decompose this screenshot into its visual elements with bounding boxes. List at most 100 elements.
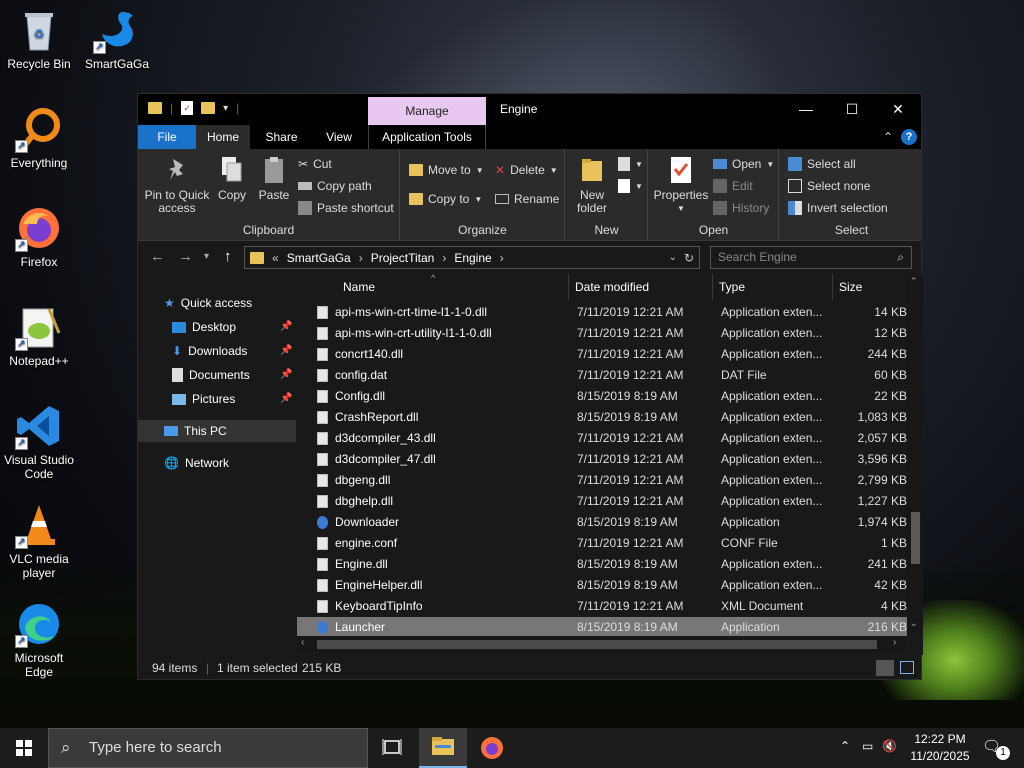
breadcrumb-engine[interactable]: Engine	[454, 251, 491, 265]
file-row[interactable]: api-ms-win-crt-utility-l1-1-0.dll 7/11/20…	[297, 323, 907, 344]
help-icon[interactable]: ?	[901, 129, 917, 145]
large-icons-view-icon[interactable]	[900, 661, 914, 674]
file-row[interactable]: d3dcompiler_47.dll 7/11/2019 12:21 AM Appl…	[297, 449, 907, 470]
pin-to-quick-access-button[interactable]: Pin to Quick access	[144, 155, 210, 215]
invert-selection-button[interactable]: Invert selection	[788, 201, 888, 215]
file-row[interactable]: Launcher 8/15/2019 8:19 AM Application 216 …	[297, 617, 907, 638]
pin-icon[interactable]: 📌	[280, 369, 292, 380]
desktop-icon-vlc[interactable]: ↗ VLC media player	[0, 501, 78, 580]
history-button[interactable]: History	[713, 201, 769, 215]
tab-share[interactable]: Share	[250, 125, 313, 149]
desktop-icon-firefox[interactable]: ↗ Firefox	[0, 204, 78, 269]
scroll-left-icon[interactable]: ‹	[301, 637, 304, 648]
file-row[interactable]: KeyboardTipInfo 7/11/2019 12:21 AM XML Doc…	[297, 596, 907, 617]
refresh-icon[interactable]: ↻	[684, 251, 694, 265]
back-arrow-icon[interactable]: ←	[150, 248, 165, 265]
tab-file[interactable]: File	[138, 125, 196, 149]
horizontal-scrollbar[interactable]: ‹ ›	[297, 636, 907, 652]
minimize-icon[interactable]: —	[783, 94, 829, 125]
properties-button[interactable]: Properties ▼	[653, 155, 709, 215]
scroll-down-icon[interactable]: ⌄	[910, 618, 918, 629]
collapse-ribbon-icon[interactable]: ⌃	[883, 130, 893, 144]
file-row[interactable]: api-ms-win-crt-time-l1-1-0.dll 7/11/2019 …	[297, 302, 907, 323]
desktop-icon-edge[interactable]: ↗ Microsoft Edge	[0, 600, 78, 679]
breadcrumb-projecttitan[interactable]: ProjectTitan	[371, 251, 435, 265]
column-date-modified[interactable]: Date modified	[569, 274, 713, 300]
start-button[interactable]	[0, 728, 48, 768]
column-type[interactable]: Type	[713, 274, 833, 300]
close-icon[interactable]: ✕	[875, 94, 921, 125]
open-button[interactable]: Open ▼	[713, 157, 774, 171]
notifications-button[interactable]: 🗨 1	[982, 728, 1012, 768]
nav-downloads[interactable]: ⬇ Downloads	[172, 340, 247, 362]
address-bar[interactable]: « SmartGaGa › ProjectTitan › Engine › ⌄ …	[244, 246, 700, 269]
select-all-button[interactable]: Select all	[788, 157, 856, 171]
file-row[interactable]: dbghelp.dll 7/11/2019 12:21 AM Application…	[297, 491, 907, 512]
forward-arrow-icon[interactable]: →	[178, 248, 193, 265]
copy-button[interactable]: Copy	[214, 155, 250, 202]
breadcrumb-separator-icon[interactable]: ›	[500, 251, 504, 265]
column-size[interactable]: Size	[833, 274, 907, 300]
recent-locations-icon[interactable]: ▾	[204, 251, 209, 262]
desktop-icon-everything[interactable]: ↗ Everything	[0, 105, 78, 170]
desktop-icon-recycle-bin[interactable]: ♻ Recycle Bin	[0, 6, 78, 71]
desktop-icon-smartgaga[interactable]: ↗ SmartGaGa	[78, 6, 156, 71]
tab-manage[interactable]: Manage	[368, 97, 486, 126]
nav-desktop[interactable]: Desktop	[172, 316, 236, 338]
nav-this-pc[interactable]: This PC	[164, 420, 227, 442]
tab-view[interactable]: View	[313, 125, 365, 149]
scroll-up-icon[interactable]: ⌃	[910, 276, 918, 287]
taskbar-file-explorer[interactable]	[419, 728, 467, 768]
overflow-chevron-icon[interactable]: «	[272, 251, 279, 265]
rename-button[interactable]: Rename	[495, 192, 559, 206]
file-row[interactable]: Downloader 8/15/2019 8:19 AM Application 1,…	[297, 512, 907, 533]
new-folder-button[interactable]: New folder	[570, 155, 614, 215]
pin-icon[interactable]: 📌	[280, 393, 292, 404]
clock[interactable]: 12:22 PM 11/20/2025	[905, 731, 975, 765]
file-row[interactable]: config.dat 7/11/2019 12:21 AM DAT File 60 K…	[297, 365, 907, 386]
new-folder-icon[interactable]	[201, 102, 216, 114]
file-row[interactable]: dbgeng.dll 7/11/2019 12:21 AM Application …	[297, 470, 907, 491]
column-name[interactable]: Name ^	[297, 273, 569, 300]
volume-muted-icon[interactable]: 🔇	[882, 739, 897, 753]
breadcrumb-separator-icon[interactable]: ›	[442, 251, 446, 265]
nav-pictures[interactable]: Pictures	[172, 388, 235, 410]
move-to-button[interactable]: Move to ▼	[409, 163, 484, 177]
search-input[interactable]: Search Engine ⌕	[710, 246, 912, 269]
task-view-button[interactable]	[368, 728, 416, 768]
taskbar-search-input[interactable]: ⌕ Type here to search	[48, 728, 368, 768]
delete-button[interactable]: ✕ Delete ▼	[495, 163, 558, 177]
pin-icon[interactable]: 📌	[280, 345, 292, 356]
breadcrumb-separator-icon[interactable]: ›	[359, 251, 363, 265]
edit-button[interactable]: Edit	[713, 179, 753, 193]
up-arrow-icon[interactable]: ↑	[224, 248, 232, 265]
nav-documents[interactable]: Documents	[172, 364, 250, 386]
tab-application-tools[interactable]: Application Tools	[368, 125, 486, 149]
desktop-icon-vscode[interactable]: ↗ Visual Studio Code	[0, 402, 78, 481]
copy-to-button[interactable]: Copy to ▼	[409, 192, 482, 206]
network-icon[interactable]: ▭	[862, 739, 873, 753]
file-row[interactable]: CrashReport.dll 8/15/2019 8:19 AM Applicat…	[297, 407, 907, 428]
new-item-button[interactable]: ▼	[618, 157, 643, 171]
desktop-icon-notepadpp[interactable]: ↗ Notepad++	[0, 303, 78, 368]
scroll-right-icon[interactable]: ›	[893, 637, 896, 648]
file-row[interactable]: Engine.dll 8/15/2019 8:19 AM Application e…	[297, 554, 907, 575]
maximize-icon[interactable]: ☐	[829, 94, 875, 125]
cut-button[interactable]: ✂ Cut	[298, 157, 332, 171]
details-view-icon[interactable]	[876, 660, 894, 676]
file-row[interactable]: Config.dll 8/15/2019 8:19 AM Application e…	[297, 386, 907, 407]
paste-button[interactable]: Paste	[256, 155, 292, 202]
vertical-scroll-thumb[interactable]	[911, 512, 920, 564]
file-row[interactable]: engine.conf 7/11/2019 12:21 AM CONF File 1 …	[297, 533, 907, 554]
show-hidden-icons-chevron-icon[interactable]: ⌃	[840, 739, 850, 753]
paste-shortcut-button[interactable]: Paste shortcut	[298, 201, 394, 215]
taskbar-firefox[interactable]	[468, 728, 516, 768]
file-row[interactable]: EngineHelper.dll 8/15/2019 8:19 AM Applica…	[297, 575, 907, 596]
copy-path-button[interactable]: Copy path	[298, 179, 372, 193]
easy-access-button[interactable]: ▼	[618, 179, 643, 193]
horizontal-scroll-thumb[interactable]	[317, 640, 877, 649]
vertical-scrollbar[interactable]: ⌃ ⌄	[907, 274, 923, 634]
file-row[interactable]: concrt140.dll 7/11/2019 12:21 AM Applicati…	[297, 344, 907, 365]
address-dropdown-icon[interactable]: ⌄	[669, 252, 677, 263]
select-none-button[interactable]: Select none	[788, 179, 870, 193]
